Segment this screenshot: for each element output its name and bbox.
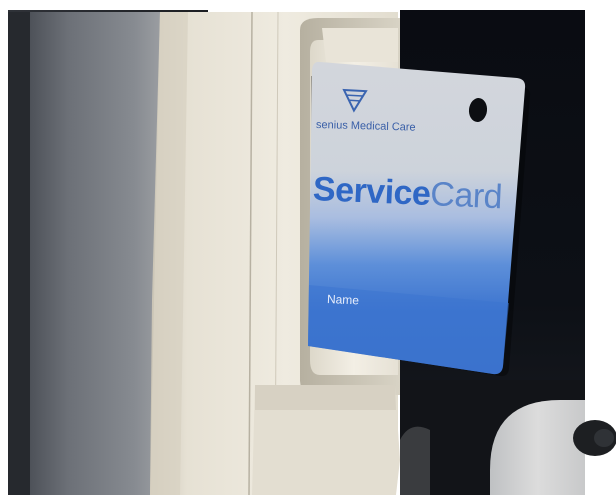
card-title-bold: Service — [312, 170, 432, 214]
card-title-light: Card — [429, 175, 503, 217]
photo-background — [0, 0, 616, 495]
card-title: ServiceCard — [312, 170, 503, 217]
card-name-label: Name — [326, 292, 360, 308]
card-brand-text: senius Medical Care — [315, 119, 416, 134]
photo-scene: senius Medical Care ServiceCard Name — [0, 0, 616, 495]
